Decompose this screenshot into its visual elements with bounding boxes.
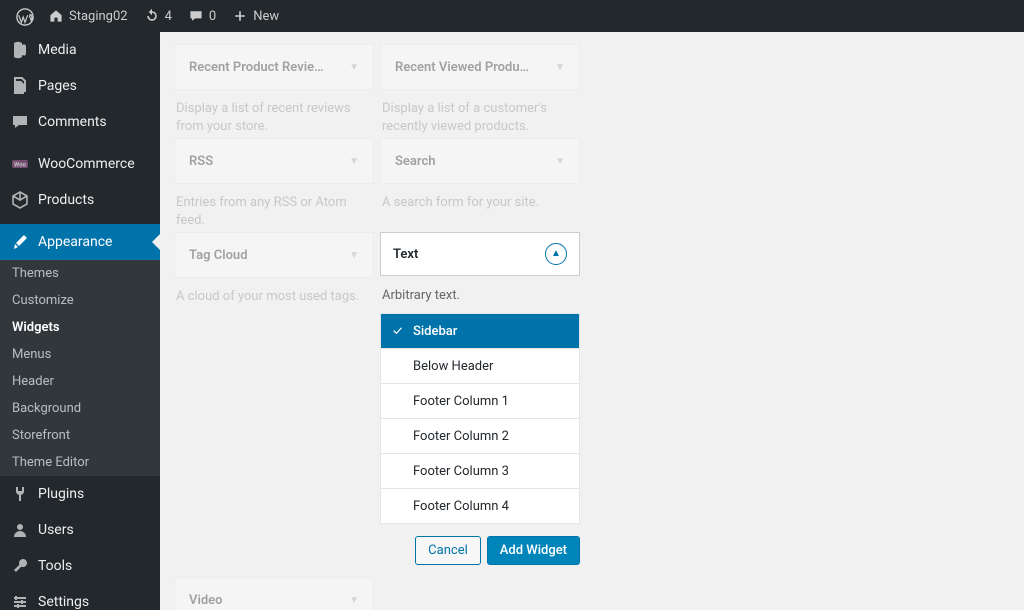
widget-title: Text <box>393 247 418 262</box>
comment-icon <box>188 8 204 24</box>
wp-logo[interactable] <box>8 0 40 32</box>
cancel-button[interactable]: Cancel <box>415 536 481 565</box>
widget-title: Recent Product Revie… <box>189 60 324 75</box>
widget-title: Recent Viewed Produ… <box>395 60 529 75</box>
chevron-down-icon: ▼ <box>349 595 359 606</box>
site-name: Staging02 <box>69 9 128 24</box>
sidebar-item-woocommerce[interactable]: WooCommerce <box>0 146 160 182</box>
widget-area-option[interactable]: Footer Column 4 <box>381 489 579 524</box>
collapse-toggle-icon[interactable]: ▲ <box>545 243 567 265</box>
widget-text-chooser: Text ▲ Arbitrary text. SidebarBelow Head… <box>380 232 580 565</box>
page-icon <box>10 76 30 96</box>
sidebar-subitem-menus[interactable]: Menus <box>0 341 160 368</box>
updates-link[interactable]: 4 <box>136 0 180 32</box>
sidebar-item-tools[interactable]: Tools <box>0 548 160 584</box>
updates-count: 4 <box>165 9 172 24</box>
widget-area-option[interactable]: Footer Column 3 <box>381 454 579 489</box>
plus-icon <box>232 8 248 24</box>
widget-box[interactable]: Video ▼ <box>174 577 374 610</box>
widget-text-header[interactable]: Text ▲ <box>380 232 580 276</box>
sidebar-item-label: Plugins <box>38 486 84 502</box>
sidebar-subitem-widgets[interactable]: Widgets <box>0 314 160 341</box>
widget-box[interactable]: RSS ▼ <box>174 138 374 184</box>
sidebar-item-pages[interactable]: Pages <box>0 68 160 104</box>
site-link[interactable]: Staging02 <box>40 0 136 32</box>
sidebar-item-appearance[interactable]: Appearance <box>0 224 160 260</box>
sidebar-item-label: Settings <box>38 594 89 610</box>
chevron-down-icon: ▼ <box>349 156 359 167</box>
widget-title: Search <box>395 154 436 169</box>
widget-area-option[interactable]: Footer Column 1 <box>381 384 579 419</box>
widget-title: Tag Cloud <box>189 248 248 263</box>
admin-topbar: Staging02 4 0 New <box>0 0 1024 32</box>
sidebar-item-comments[interactable]: Comments <box>0 104 160 140</box>
sidebar-item-label: Appearance <box>38 234 112 250</box>
sidebar-item-label: WooCommerce <box>38 156 135 172</box>
sidebar-subitem-themes[interactable]: Themes <box>0 260 160 287</box>
widget-desc: A search form for your site. <box>380 184 580 232</box>
sidebar-item-label: Users <box>38 522 74 538</box>
brush-icon <box>10 232 30 252</box>
content-area: Recent Product Revie…▼ Display a list of… <box>160 32 1024 610</box>
new-label: New <box>253 9 279 24</box>
new-content-link[interactable]: New <box>224 0 287 32</box>
sidebar-item-label: Pages <box>38 78 77 94</box>
comments-count: 0 <box>209 9 216 24</box>
sidebar-item-plugins[interactable]: Plugins <box>0 476 160 512</box>
widget-box[interactable]: Search ▼ <box>380 138 580 184</box>
admin-sidebar: Media Pages Comments WooCommerce Products App… <box>0 32 160 610</box>
sidebar-item-media[interactable]: Media <box>0 32 160 68</box>
sidebar-subitem-header[interactable]: Header <box>0 368 160 395</box>
settings-icon <box>10 592 30 610</box>
chevron-down-icon: ▼ <box>349 62 359 73</box>
widget-desc: A cloud of your most used tags. <box>174 278 374 326</box>
comments-link[interactable]: 0 <box>180 0 224 32</box>
widget-area-list: SidebarBelow HeaderFooter Column 1Footer… <box>380 313 580 524</box>
sidebar-subitem-background[interactable]: Background <box>0 395 160 422</box>
widget-area-option[interactable]: Sidebar <box>381 314 579 349</box>
widget-area-option[interactable]: Footer Column 2 <box>381 419 579 454</box>
comment-icon <box>10 112 30 132</box>
user-icon <box>10 520 30 540</box>
sidebar-item-label: Products <box>38 192 94 208</box>
widget-desc: Arbitrary text. <box>380 276 580 313</box>
widget-title: RSS <box>189 154 213 169</box>
chevron-down-icon: ▼ <box>555 156 565 167</box>
chevron-down-icon: ▼ <box>555 62 565 73</box>
wrench-icon <box>10 556 30 576</box>
add-widget-button[interactable]: Add Widget <box>487 536 580 565</box>
sidebar-item-settings[interactable]: Settings <box>0 584 160 610</box>
sidebar-subitem-customize[interactable]: Customize <box>0 287 160 314</box>
chevron-down-icon: ▼ <box>349 250 359 261</box>
home-icon <box>48 8 64 24</box>
products-icon <box>10 190 30 210</box>
widget-box[interactable]: Recent Viewed Produ… ▼ <box>380 44 580 90</box>
sidebar-item-label: Media <box>38 42 77 58</box>
widget-title: Video <box>189 593 223 608</box>
sidebar-item-label: Comments <box>38 114 107 130</box>
media-icon <box>10 40 30 60</box>
sidebar-item-products[interactable]: Products <box>0 182 160 218</box>
sidebar-item-label: Tools <box>38 558 72 574</box>
sidebar-item-users[interactable]: Users <box>0 512 160 548</box>
sidebar-subitem-storefront[interactable]: Storefront <box>0 422 160 449</box>
plug-icon <box>10 484 30 504</box>
refresh-icon <box>144 8 160 24</box>
widget-area-option[interactable]: Below Header <box>381 349 579 384</box>
widget-box[interactable]: Tag Cloud ▼ <box>174 232 374 278</box>
sidebar-subitem-theme-editor[interactable]: Theme Editor <box>0 449 160 476</box>
widget-box[interactable]: Recent Product Revie… ▼ <box>174 44 374 90</box>
woo-icon <box>10 154 30 174</box>
